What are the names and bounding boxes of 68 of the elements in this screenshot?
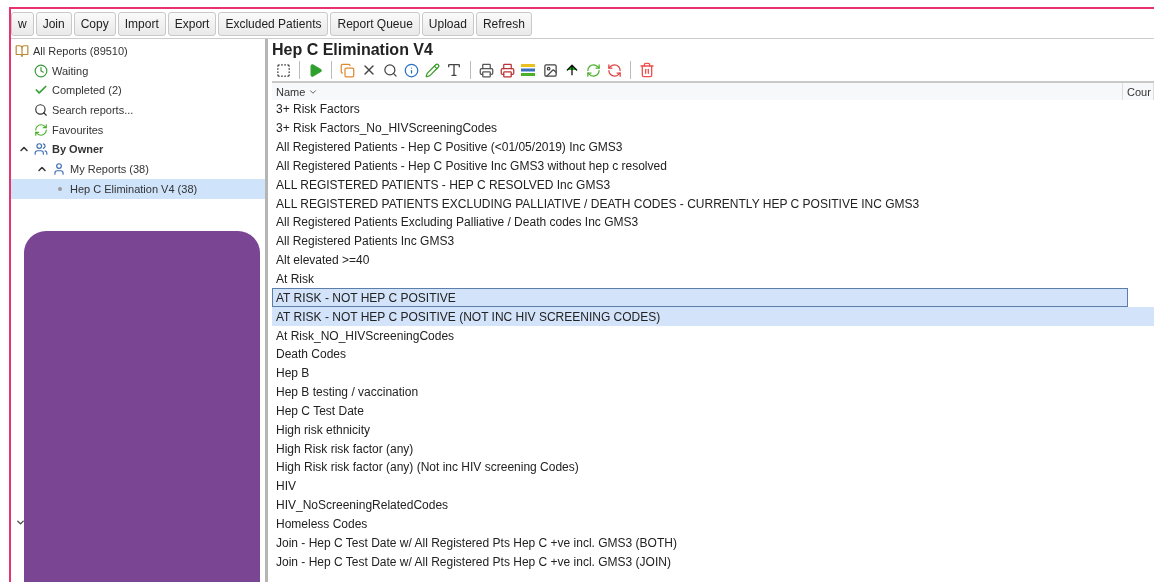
report-title: Hep C Elimination V4 <box>272 41 434 59</box>
report-row[interactable]: High risk ethnicity <box>272 420 1154 440</box>
tree-item[interactable]: Completed (2) <box>11 80 265 101</box>
bullet-icon <box>57 186 62 191</box>
run-icon[interactable] <box>308 62 323 78</box>
report-row[interactable]: Join - Hep C Test Date w/ All Registered Pts Hep C +ve incl. GMS3 (JOIN) <box>272 552 1154 572</box>
report-row[interactable]: All Registered Patients Inc GMS3 <box>272 231 1154 251</box>
toolbar-button[interactable]: Import <box>117 12 166 36</box>
toolbar-button[interactable]: Refresh <box>475 12 532 36</box>
report-row[interactable]: All Registered Patients Excluding Palliative / Death codes Inc GMS3 <box>272 213 1154 232</box>
report-row[interactable]: All Registered Patients - Hep C Positive (<01/05/2019) Inc GMS3 <box>272 137 1154 157</box>
report-row[interactable]: Hep C Test Date <box>272 401 1154 421</box>
report-row[interactable]: High Risk risk factor (any) <box>272 439 1154 459</box>
report-row[interactable]: 3+ Risk Factors_No_HIVScreeningCodes <box>272 118 1154 138</box>
list-icon[interactable] <box>521 63 537 77</box>
report-row[interactable]: Hep B <box>272 363 1154 383</box>
person-icon <box>52 161 66 176</box>
clock-icon <box>34 63 48 78</box>
refresh-icon <box>34 122 48 137</box>
toolbar-button[interactable]: Excluded Patients <box>218 12 329 36</box>
toolbar-button[interactable]: Copy <box>73 12 116 36</box>
copy-icon[interactable] <box>340 62 355 78</box>
column-header[interactable]: Name <box>272 83 1123 100</box>
up-arrow-icon[interactable] <box>564 62 580 78</box>
select-icon[interactable] <box>276 62 291 78</box>
image-icon[interactable] <box>543 62 558 78</box>
pencil-icon[interactable] <box>425 62 440 78</box>
toolbar-button[interactable]: Join <box>35 12 72 36</box>
report-row[interactable]: Alt elevated >=40 <box>272 250 1154 270</box>
column-header[interactable]: Cour <box>1123 83 1154 100</box>
report-row[interactable]: All Registered Patients - Hep C Positive Inc GMS3 without hep c resolved <box>272 156 1154 176</box>
tree-item[interactable]: Hep C Elimination V4 (38) <box>11 178 265 199</box>
report-row[interactable]: At Risk_NO_HIVScreeningCodes <box>272 326 1154 345</box>
search-icon <box>34 102 48 117</box>
tree-item[interactable]: Search reports... <box>11 100 265 120</box>
toolbar-button[interactable]: Export <box>167 12 217 36</box>
toolbar-button[interactable]: w <box>11 12 34 36</box>
tree-item[interactable]: By Owner <box>11 139 265 160</box>
toolbar-button[interactable]: Upload <box>421 12 474 36</box>
report-row[interactable]: Hep B testing / vaccination <box>272 382 1154 402</box>
toolbar-button[interactable]: Report Queue <box>330 12 420 36</box>
report-row[interactable]: Homeless Codes <box>272 514 1154 534</box>
report-row[interactable]: ALL REGISTERED PATIENTS - HEP C RESOLVED Inc GMS3 <box>272 175 1154 195</box>
book-icon <box>15 43 29 58</box>
tree-item[interactable]: My Reports (38) <box>11 159 265 179</box>
trash-icon[interactable] <box>639 62 655 78</box>
people-icon <box>34 142 48 157</box>
report-row[interactable]: 3+ Risk Factors <box>272 100 1154 119</box>
report-row[interactable]: HIV_NoScreeningRelatedCodes <box>272 495 1154 515</box>
tree-item[interactable]: Waiting <box>11 60 265 81</box>
report-row[interactable]: Join - Hep C Test Date w/ All Registered Pts Hep C +ve incl. GMS3 (BOTH) <box>272 533 1154 553</box>
refresh-icon[interactable] <box>586 62 601 78</box>
caret-icon[interactable] <box>15 517 26 528</box>
report-row[interactable]: High Risk risk factor (any) (Not inc HIV screening Codes) <box>272 458 1154 477</box>
report-row[interactable]: AT RISK - NOT HEP C POSITIVE <box>272 288 1128 308</box>
tree-item[interactable]: All Reports (89510) <box>11 41 265 61</box>
report-row[interactable]: ALL REGISTERED PATIENTS EXCLUDING PALLIATIVE / DEATH CODES - CURRENTLY HEP C POSITIVE INC GMS3 <box>272 194 1154 214</box>
text-icon[interactable] <box>446 62 462 78</box>
refresh-icon[interactable] <box>607 62 622 78</box>
printer-icon[interactable] <box>479 62 494 78</box>
search-icon[interactable] <box>383 62 398 78</box>
tree-item[interactable]: Favourites <box>11 119 265 140</box>
report-row[interactable]: At Risk <box>272 269 1154 289</box>
report-row[interactable]: AT RISK - NOT HEP C POSITIVE (NOT INC HIV SCREENING CODES) <box>272 307 1154 327</box>
report-row[interactable]: HIV <box>272 476 1154 496</box>
report-row[interactable]: Death Codes <box>272 344 1154 364</box>
printer-icon[interactable] <box>500 62 515 78</box>
info-icon[interactable] <box>404 62 419 78</box>
